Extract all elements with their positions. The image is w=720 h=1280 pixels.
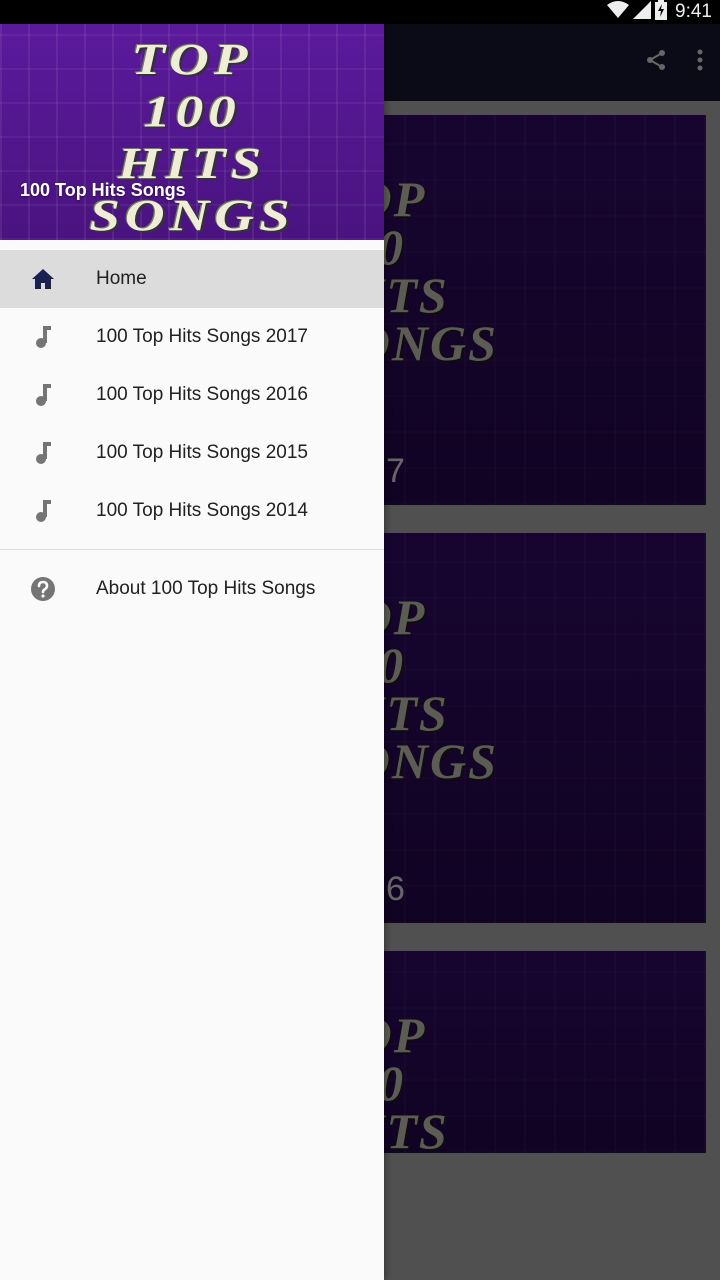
music-note-icon xyxy=(30,440,56,466)
navigation-drawer: TOP 100 HITS SONGS 100 Top Hits Songs Ho… xyxy=(0,24,384,1280)
nav-item-label: 100 Top Hits Songs 2016 xyxy=(96,384,308,405)
status-bar: 9:41 xyxy=(0,0,720,24)
music-note-icon xyxy=(30,324,56,350)
battery-charging-icon xyxy=(655,0,668,25)
nav-item-2017[interactable]: 100 Top Hits Songs 2017 xyxy=(0,308,384,366)
nav-item-label: 100 Top Hits Songs 2017 xyxy=(96,326,308,347)
nav-item-label: 100 Top Hits Songs 2015 xyxy=(96,442,308,463)
nav-item-2015[interactable]: 100 Top Hits Songs 2015 xyxy=(0,424,384,482)
drawer-title: 100 Top Hits Songs xyxy=(20,180,186,200)
header-logo: TOP 100 HITS SONGS xyxy=(89,35,295,240)
wifi-icon xyxy=(607,0,630,24)
status-time: 9:41 xyxy=(675,1,712,22)
nav-item-home[interactable]: Home xyxy=(0,250,384,308)
nav-item-2014[interactable]: 100 Top Hits Songs 2014 xyxy=(0,482,384,540)
nav-item-label: 100 Top Hits Songs 2014 xyxy=(96,500,308,521)
menu-divider xyxy=(0,549,384,550)
nav-item-label: Home xyxy=(96,268,147,289)
music-note-icon xyxy=(30,498,56,524)
signal-icon xyxy=(633,0,652,24)
home-icon xyxy=(30,266,56,292)
music-note-icon xyxy=(30,382,56,408)
drawer-menu: Home 100 Top Hits Songs 2017 100 Top Hit… xyxy=(0,250,384,618)
nav-item-about[interactable]: About 100 Top Hits Songs xyxy=(0,560,384,618)
nav-item-label: About 100 Top Hits Songs xyxy=(96,578,316,599)
help-icon xyxy=(30,576,56,602)
drawer-header: TOP 100 HITS SONGS 100 Top Hits Songs xyxy=(0,24,384,240)
nav-item-2016[interactable]: 100 Top Hits Songs 2016 xyxy=(0,366,384,424)
